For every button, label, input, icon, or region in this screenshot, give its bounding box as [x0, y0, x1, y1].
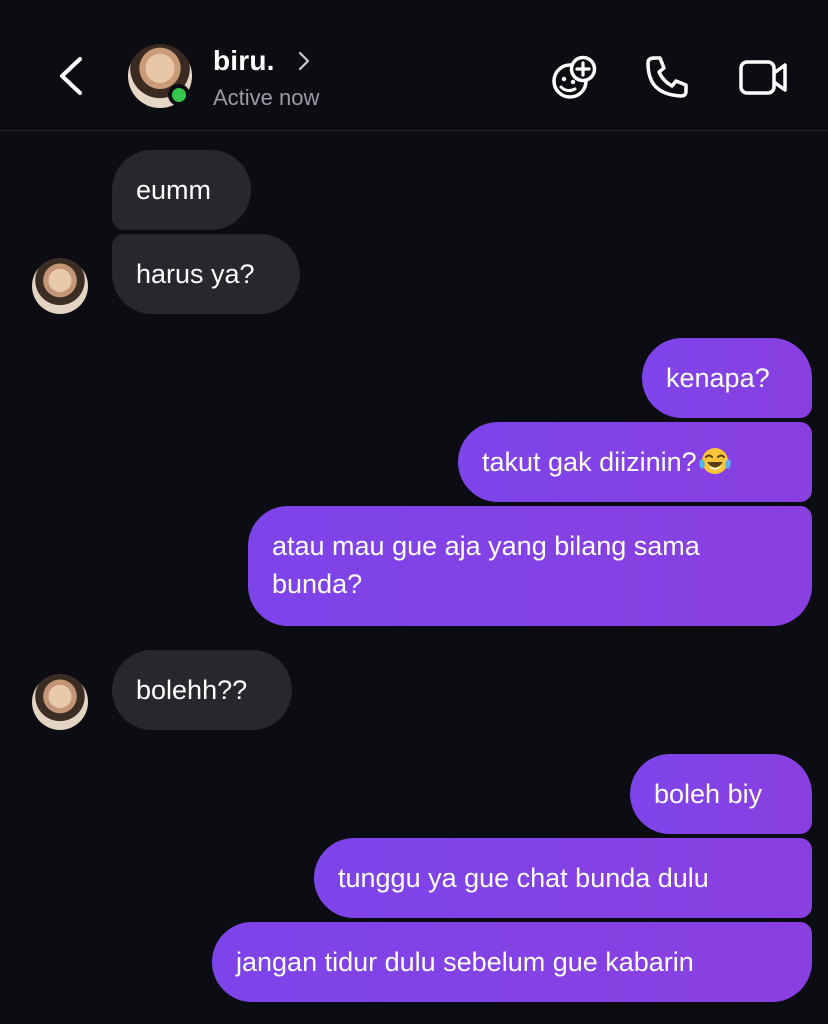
message-bubble-sent[interactable]: atau mau gue aja yang bilang sama bunda? [248, 506, 812, 626]
message-text: eumm [136, 175, 212, 205]
online-status-dot [168, 84, 190, 106]
effects-button[interactable] [548, 50, 602, 104]
chat-header: biru. Active now [0, 0, 828, 131]
phone-icon [646, 56, 688, 98]
message-text: boleh biy [654, 779, 763, 809]
message-text-line: bunda? [272, 569, 363, 599]
message-bubble-sent[interactable]: takut gak diizinin? [458, 422, 812, 502]
message-text: jangan tidur dulu sebelum gue kabarin [236, 947, 694, 977]
effects-icon [552, 55, 597, 99]
message-text: harus ya? [136, 259, 255, 289]
message-bubble-sent[interactable]: jangan tidur dulu sebelum gue kabarin [212, 922, 812, 1002]
voice-call-button[interactable] [640, 50, 694, 104]
video-icon [739, 60, 787, 95]
sender-avatar[interactable] [32, 674, 88, 730]
message-text: kenapa? [666, 363, 770, 393]
tears-of-joy-emoji-icon [698, 448, 731, 474]
message-bubble-received[interactable]: bolehh?? [112, 650, 292, 730]
back-button[interactable] [50, 50, 92, 102]
message-bubble-sent[interactable]: kenapa? [642, 338, 812, 418]
message-bubble-received[interactable]: eumm [112, 150, 251, 230]
video-call-button[interactable] [736, 50, 790, 104]
sender-avatar[interactable] [32, 258, 88, 314]
message-text-line: atau mau gue aja yang bilang sama [272, 531, 700, 561]
contact-status: Active now [213, 85, 320, 110]
chevron-left-icon [60, 57, 82, 95]
message-text: bolehh?? [136, 675, 248, 705]
message-text: tunggu ya gue chat bunda dulu [338, 863, 709, 893]
message-bubble-sent[interactable]: boleh biy [630, 754, 812, 834]
message-text: takut gak diizinin? [482, 447, 697, 477]
contact-name[interactable]: biru. [213, 44, 275, 78]
message-bubble-received[interactable]: harus ya? [112, 234, 300, 314]
chevron-right-icon[interactable] [296, 50, 312, 72]
message-bubble-sent[interactable]: tunggu ya gue chat bunda dulu [314, 838, 812, 918]
